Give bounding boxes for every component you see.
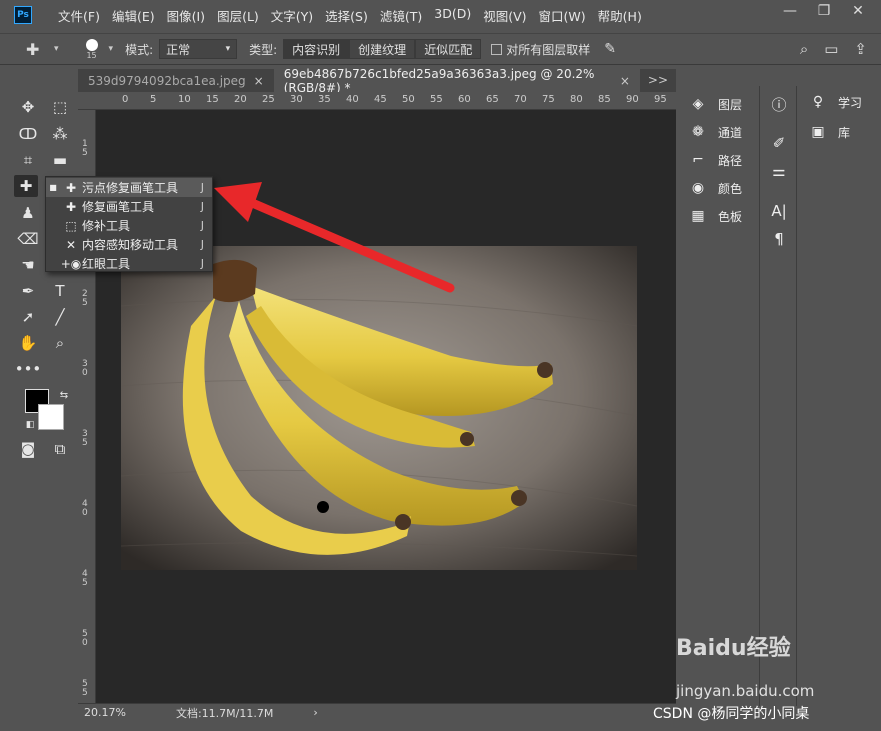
red-arrow-annotation [214,182,455,293]
arrow-head [214,182,262,222]
arrow-shaft [245,197,455,293]
jingyan-watermark: jingyan.baidu.com [676,682,815,700]
csdn-watermark: CSDN @杨同学的小同桌 [653,706,810,722]
baidu-watermark: Baidu经验 [676,636,791,661]
